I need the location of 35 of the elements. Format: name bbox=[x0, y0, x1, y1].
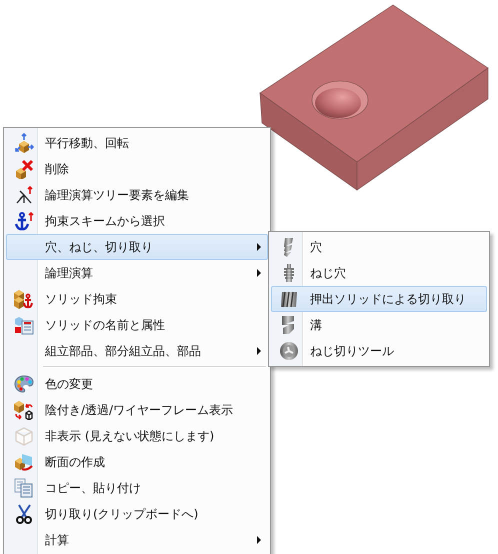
palette-icon bbox=[14, 374, 34, 394]
cube-arrows-icon bbox=[14, 400, 34, 420]
menu-item[interactable]: 溝 bbox=[271, 312, 487, 338]
menu-item[interactable]: ソリッド拘束 bbox=[6, 286, 268, 312]
menu-item[interactable]: ねじ穴 bbox=[271, 260, 487, 286]
anchor-boxes-icon bbox=[14, 289, 34, 309]
box-arrows-icon bbox=[14, 133, 34, 153]
menu-item[interactable]: 穴、ねじ、切り取り bbox=[6, 234, 268, 260]
menu-item[interactable]: 穴 bbox=[271, 234, 487, 260]
menu-item[interactable]: 論理演算 bbox=[6, 260, 268, 286]
cube-document-icon bbox=[14, 315, 34, 335]
anchor-icon bbox=[14, 211, 34, 231]
menu-item[interactable]: 平行移動、回転 bbox=[6, 130, 268, 156]
menu-item[interactable]: 計算 bbox=[6, 527, 268, 553]
delete-icon bbox=[14, 159, 34, 179]
menu-item[interactable]: 押出ソリッドによる切り取り bbox=[271, 286, 487, 312]
menu-item[interactable]: 論理演算ツリー要素を編集 bbox=[6, 182, 268, 208]
end-mill-icon bbox=[278, 289, 298, 309]
menu-item[interactable]: コピー、貼り付け bbox=[6, 475, 268, 501]
section-icon bbox=[14, 452, 34, 472]
menu-item[interactable]: ねじ切りツール bbox=[271, 338, 487, 364]
menu-item[interactable]: 陰付き/透過/ワイヤーフレーム表示 bbox=[6, 397, 268, 423]
cube-outline-icon bbox=[14, 426, 34, 446]
copy-icon bbox=[14, 478, 34, 498]
menu-item[interactable]: 非表示 (見えない状態にします) bbox=[6, 423, 268, 449]
scissors-icon bbox=[14, 504, 34, 524]
thread-cutter-icon bbox=[278, 341, 298, 361]
menu-item[interactable]: 断面の作成 bbox=[6, 449, 268, 475]
menu-item[interactable]: 組立部品、部分組立品、部品 bbox=[6, 338, 268, 364]
menu-item[interactable]: 拘束スキームから選択 bbox=[6, 208, 268, 234]
menu-item[interactable]: 切り取り(クリップボードへ) bbox=[6, 501, 268, 527]
tree-arrow-icon bbox=[14, 185, 34, 205]
menu-item[interactable]: 色の変更 bbox=[6, 371, 268, 397]
menu-item[interactable]: 削除 bbox=[6, 156, 268, 182]
menu-item[interactable]: ソリッドの名前と属性 bbox=[6, 312, 268, 338]
